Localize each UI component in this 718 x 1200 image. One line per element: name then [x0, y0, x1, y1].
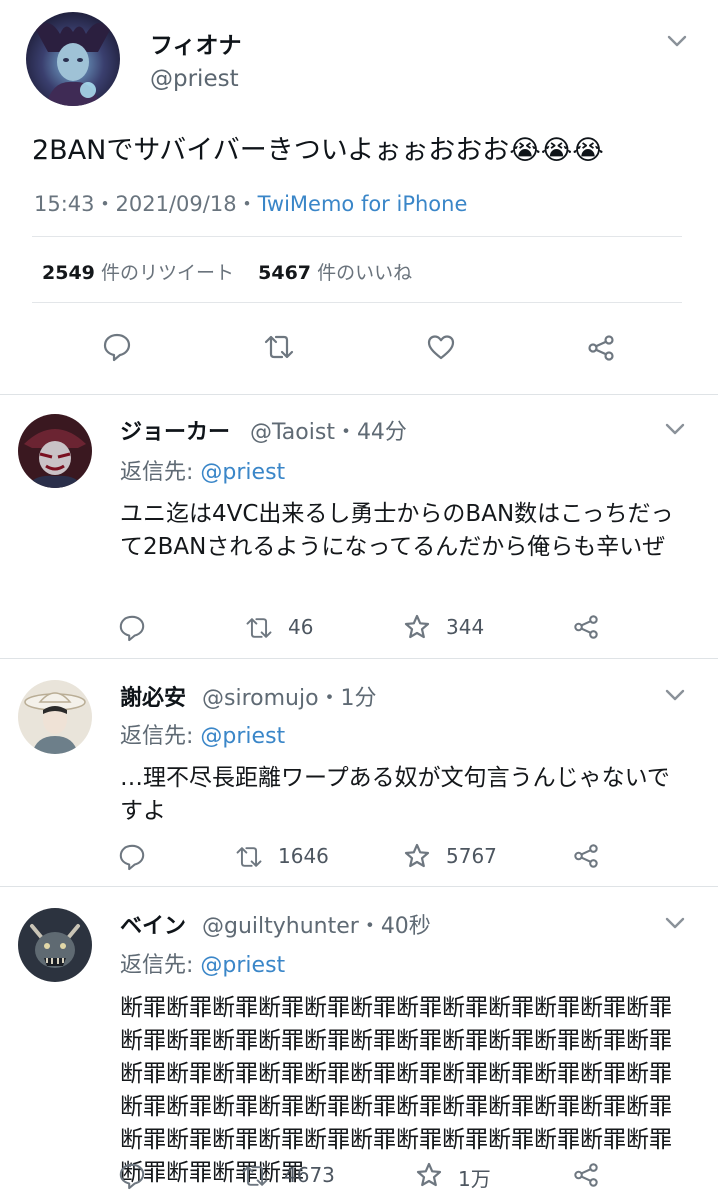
tweet-source-link[interactable]: TwiMemo for iPhone	[258, 192, 468, 216]
reply-to: 返信先: @priest	[120, 947, 285, 979]
reply-to-mention[interactable]: @priest	[200, 953, 285, 978]
star-icon[interactable]	[416, 1162, 442, 1188]
divider	[0, 394, 718, 395]
reply-to-label: 返信先:	[120, 724, 201, 749]
share-icon[interactable]	[587, 334, 615, 362]
author-handle[interactable]: @Taoist・44分	[250, 414, 407, 446]
reply-to: 返信先: @priest	[120, 454, 285, 486]
like-icon[interactable]	[427, 334, 455, 360]
avatar-image	[18, 908, 92, 982]
author-name[interactable]: フィオナ	[150, 26, 242, 60]
author-name[interactable]: ジョーカー	[120, 414, 230, 446]
tweet-text: 断罪断罪断罪断罪断罪断罪断罪断罪断罪断罪断罪断罪断罪断罪断罪断罪断罪断罪断罪断罪…	[120, 995, 672, 1186]
share-icon[interactable]	[573, 1162, 599, 1188]
author-handle[interactable]: @siromujo・1分	[202, 680, 377, 712]
tweet-meta: 15:43・2021/09/18・TwiMemo for iPhone	[34, 188, 467, 218]
reply-icon[interactable]	[102, 332, 132, 362]
like-count: 5767	[446, 844, 497, 868]
share-icon[interactable]	[573, 843, 599, 869]
avatar[interactable]	[18, 680, 92, 754]
share-icon[interactable]	[573, 614, 599, 640]
retweet-icon[interactable]	[234, 845, 264, 869]
avatar-image	[18, 680, 92, 754]
tweet-text: ユニ迄は4VC出来るし勇士からのBAN数はこっちだって2BANされるようになって…	[120, 501, 674, 560]
like-count-label: 件のいいね	[317, 262, 413, 284]
reply-to-label: 返信先:	[120, 460, 201, 485]
reply-to: 返信先: @priest	[120, 718, 285, 750]
reply-to-mention[interactable]: @priest	[200, 724, 285, 749]
retweet-count: 46	[288, 615, 314, 639]
chevron-down-icon[interactable]	[664, 422, 686, 436]
retweet-icon[interactable]	[240, 1164, 270, 1188]
tweet-text: 2BANでサバイバーきついよぉぉおおお😭😭😭	[32, 135, 604, 166]
reply-icon[interactable]	[118, 843, 146, 871]
reply-to-label: 返信先:	[120, 953, 201, 978]
retweet-icon[interactable]	[244, 616, 274, 640]
tweet-timestamp: 15:43・2021/09/18・	[34, 192, 258, 216]
reply-to-mention[interactable]: @priest	[200, 460, 285, 485]
tweet-stats: 2549 件のリツイート 5467 件のいいね	[42, 258, 412, 285]
divider	[32, 302, 682, 303]
author-name[interactable]: ベイン	[120, 908, 186, 940]
author-handle[interactable]: @priest	[150, 66, 239, 92]
author-handle[interactable]: @guiltyhunter・40秒	[202, 908, 431, 940]
divider	[32, 236, 682, 237]
reply-icon[interactable]	[118, 614, 146, 642]
reply-icon[interactable]	[118, 1162, 146, 1190]
like-count: 344	[446, 615, 485, 639]
retweet-stat[interactable]: 2549 件のリツイート	[42, 262, 234, 284]
retweet-icon[interactable]	[262, 334, 296, 360]
tweet-text: …理不尽長距離ワープある奴が文句言うんじゃないですよ	[120, 765, 670, 824]
chevron-down-icon[interactable]	[664, 688, 686, 702]
like-count: 5467	[258, 262, 312, 284]
like-stat[interactable]: 5467 件のいいね	[258, 262, 412, 284]
retweet-count-label: 件のリツイート	[100, 262, 234, 284]
divider	[0, 886, 718, 887]
like-count: 1万	[458, 1167, 491, 1191]
avatar[interactable]	[26, 12, 120, 106]
star-icon[interactable]	[404, 843, 430, 869]
divider	[0, 658, 718, 659]
retweet-count: 4673	[284, 1163, 335, 1187]
chevron-down-icon[interactable]	[666, 34, 688, 48]
avatar[interactable]	[18, 908, 92, 982]
avatar-image	[26, 12, 120, 106]
avatar[interactable]	[18, 414, 92, 488]
retweet-count: 2549	[42, 262, 95, 284]
avatar-image	[18, 414, 92, 488]
retweet-count: 1646	[278, 844, 329, 868]
chevron-down-icon[interactable]	[664, 916, 686, 930]
star-icon[interactable]	[404, 614, 430, 640]
author-name[interactable]: 謝必安	[120, 680, 186, 712]
